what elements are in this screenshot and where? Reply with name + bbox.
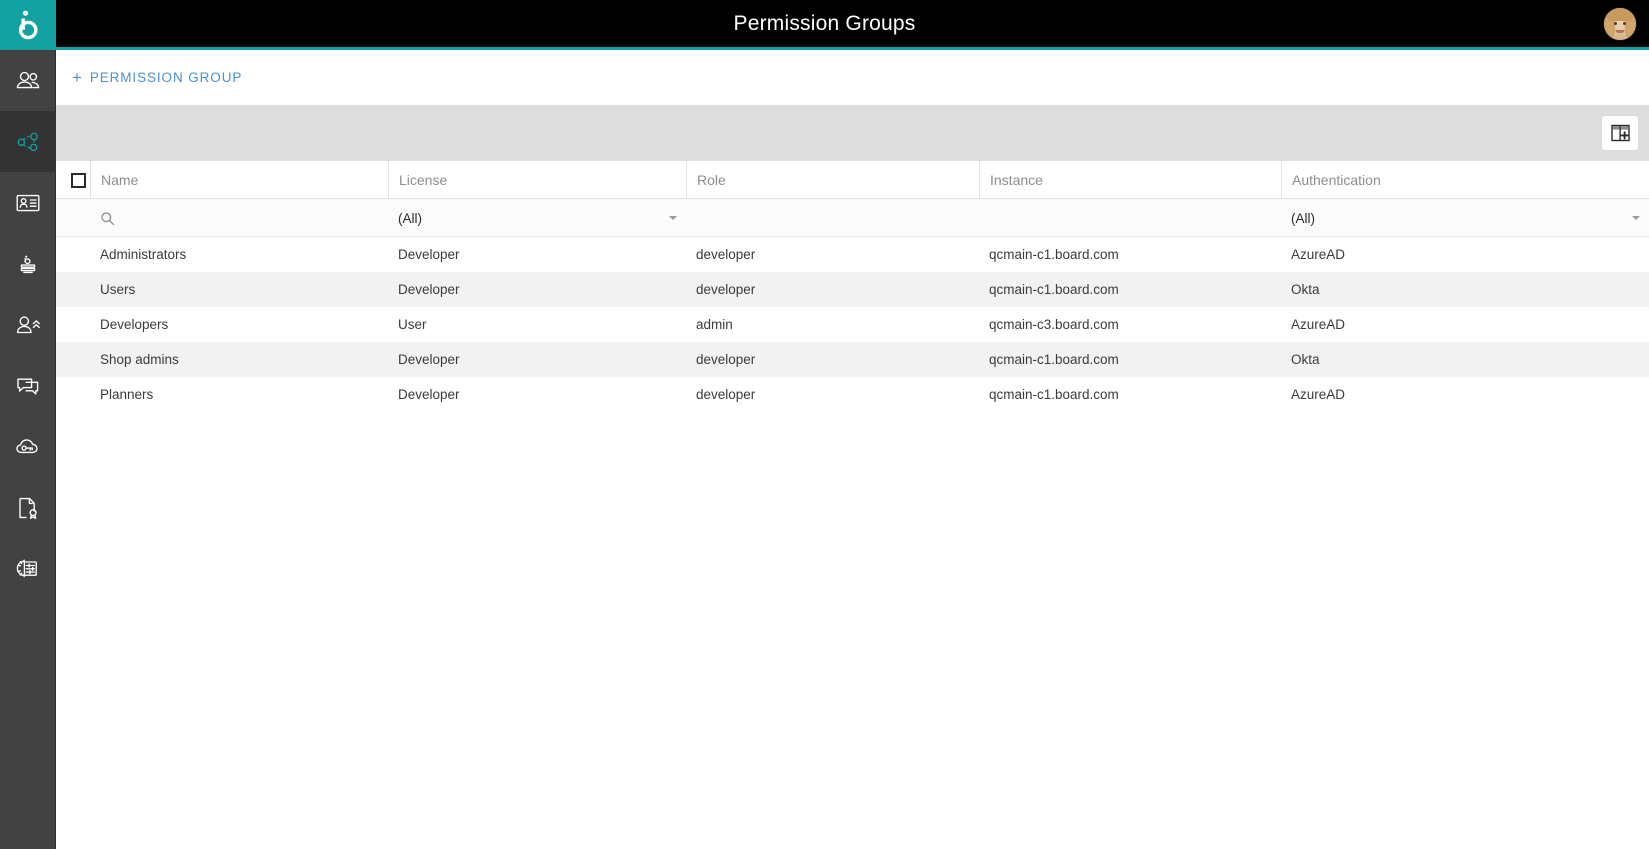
- sidebar-item-board-licenses[interactable]: [0, 233, 56, 294]
- sidebar-item-chat[interactable]: [0, 355, 56, 416]
- board-b-logo-icon: [15, 10, 41, 40]
- cell-license: Developer: [388, 377, 686, 412]
- avatar-eye-right: [1623, 22, 1626, 25]
- row-select-cell[interactable]: [56, 237, 90, 272]
- cell-authentication: AzureAD: [1281, 377, 1649, 412]
- cell-authentication: AzureAD: [1281, 307, 1649, 342]
- grid-header-row: Name License Role Instance Authenticatio…: [56, 161, 1649, 199]
- cell-instance: qcmain-c1.board.com: [979, 342, 1281, 377]
- column-chooser-button[interactable]: [1602, 116, 1638, 150]
- sidebar-item-certificates[interactable]: [0, 477, 56, 538]
- filter-role-cell[interactable]: [686, 199, 979, 237]
- cell-role: developer: [686, 237, 979, 272]
- filter-spacer-cell: [56, 199, 90, 237]
- cell-name: Planners: [90, 377, 388, 412]
- cell-instance: qcmain-c1.board.com: [979, 377, 1281, 412]
- avatar-mouth: [1616, 30, 1625, 33]
- cell-license: Developer: [388, 237, 686, 272]
- cell-license: Developer: [388, 272, 686, 307]
- sidebar-item-permission-groups[interactable]: [0, 111, 56, 172]
- brand-logo[interactable]: [0, 0, 56, 50]
- user-chevrons-icon: [14, 311, 42, 339]
- left-sidebar: [0, 0, 56, 849]
- column-header-license[interactable]: License: [388, 161, 686, 199]
- cell-role: admin: [686, 307, 979, 342]
- sidebar-item-user-roles[interactable]: [0, 294, 56, 355]
- cell-authentication: AzureAD: [1281, 237, 1649, 272]
- row-select-cell[interactable]: [56, 307, 90, 342]
- column-header-name[interactable]: Name: [90, 161, 388, 199]
- column-header-authentication[interactable]: Authentication: [1281, 161, 1649, 199]
- column-header-role[interactable]: Role: [686, 161, 979, 199]
- select-all-checkbox[interactable]: [71, 173, 86, 188]
- chevron-down-icon: [669, 216, 677, 220]
- cell-authentication: Okta: [1281, 342, 1649, 377]
- main-column: Permission Groups + PERMISSION GROUP: [56, 0, 1649, 849]
- sidebar-item-users[interactable]: [0, 50, 56, 111]
- cell-role: developer: [686, 272, 979, 307]
- cell-instance: qcmain-c3.board.com: [979, 307, 1281, 342]
- cell-instance: qcmain-c1.board.com: [979, 237, 1281, 272]
- table-row[interactable]: Shop admins Developer developer qcmain-c…: [56, 342, 1649, 377]
- cell-authentication: Okta: [1281, 272, 1649, 307]
- add-permission-group-label: PERMISSION GROUP: [90, 70, 242, 85]
- row-select-cell[interactable]: [56, 377, 90, 412]
- filter-license-value: (All): [398, 211, 422, 226]
- document-seal-icon: [14, 494, 42, 522]
- sidebar-item-settings[interactable]: [0, 538, 56, 599]
- cell-name: Users: [90, 272, 388, 307]
- avatar-hair-top: [1606, 7, 1634, 21]
- permission-groups-grid: Name License Role Instance Authenticatio…: [56, 161, 1649, 849]
- permission-groups-network-icon: [14, 128, 42, 156]
- top-header-bar: Permission Groups: [56, 0, 1649, 50]
- select-all-cell[interactable]: [56, 161, 90, 199]
- cell-role: developer: [686, 377, 979, 412]
- action-bar: + PERMISSION GROUP: [56, 50, 1649, 105]
- table-row[interactable]: Administrators Developer developer qcmai…: [56, 237, 1649, 272]
- cell-name: Developers: [90, 307, 388, 342]
- cell-license: Developer: [388, 342, 686, 377]
- grid-empty-area: [56, 412, 1649, 849]
- app-root: Permission Groups + PERMISSION GROUP: [0, 0, 1649, 849]
- chevron-down-icon: [1632, 216, 1640, 220]
- table-row[interactable]: Users Developer developer qcmain-c1.boar…: [56, 272, 1649, 307]
- filter-name-cell[interactable]: [90, 199, 388, 237]
- sidebar-item-cloud-key[interactable]: [0, 416, 56, 477]
- avatar-eye-left: [1614, 22, 1617, 25]
- cell-license: User: [388, 307, 686, 342]
- table-row[interactable]: Developers User admin qcmain-c3.board.co…: [56, 307, 1649, 342]
- cloud-key-icon: [14, 433, 42, 461]
- grid-filter-row: (All) (All): [56, 199, 1649, 237]
- grid-toolbar: [56, 105, 1649, 161]
- row-select-cell[interactable]: [56, 272, 90, 307]
- search-icon: [100, 211, 115, 226]
- cell-name: Shop admins: [90, 342, 388, 377]
- column-chooser-icon: [1611, 124, 1630, 142]
- chat-bubbles-icon: [14, 372, 42, 400]
- gear-sliders-icon: [14, 555, 42, 583]
- filter-license-dropdown[interactable]: (All): [388, 199, 686, 237]
- page-title: Permission Groups: [734, 12, 916, 36]
- cell-role: developer: [686, 342, 979, 377]
- board-licenses-stack-icon: [14, 250, 42, 278]
- two-users-icon: [14, 67, 42, 95]
- filter-authentication-value: (All): [1291, 211, 1315, 226]
- cell-instance: qcmain-c1.board.com: [979, 272, 1281, 307]
- avatar[interactable]: [1603, 7, 1637, 41]
- plus-icon: +: [72, 69, 83, 86]
- sidebar-item-id-card[interactable]: [0, 172, 56, 233]
- filter-authentication-dropdown[interactable]: (All): [1281, 199, 1649, 237]
- column-header-instance[interactable]: Instance: [979, 161, 1281, 199]
- add-permission-group-button[interactable]: + PERMISSION GROUP: [70, 65, 244, 90]
- filter-instance-cell[interactable]: [979, 199, 1281, 237]
- row-select-cell[interactable]: [56, 342, 90, 377]
- table-row[interactable]: Planners Developer developer qcmain-c1.b…: [56, 377, 1649, 412]
- id-card-icon: [14, 189, 42, 217]
- cell-name: Administrators: [90, 237, 388, 272]
